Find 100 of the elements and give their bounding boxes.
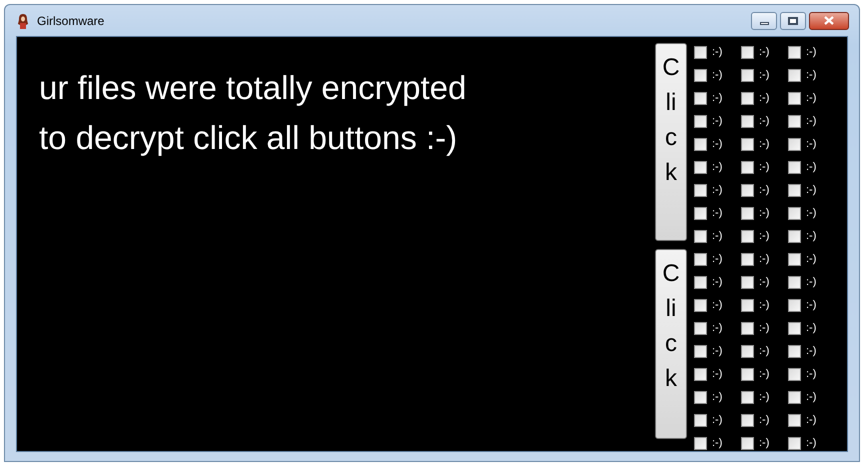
checkbox-square[interactable] [741, 138, 754, 151]
smiley-checkbox[interactable]: :-) [694, 87, 741, 110]
checkbox-square[interactable] [694, 322, 707, 335]
checkbox-square[interactable] [741, 46, 754, 59]
smiley-checkbox[interactable]: :-) [694, 294, 741, 317]
smiley-checkbox[interactable]: :-) [694, 179, 741, 202]
checkbox-square[interactable] [694, 92, 707, 105]
smiley-checkbox[interactable]: :-) [694, 41, 741, 64]
checkbox-square[interactable] [694, 437, 707, 450]
checkbox-square[interactable] [694, 46, 707, 59]
smiley-checkbox[interactable]: :-) [741, 225, 788, 248]
checkbox-square[interactable] [741, 115, 754, 128]
checkbox-square[interactable] [741, 368, 754, 381]
smiley-checkbox[interactable]: :-) [694, 248, 741, 271]
smiley-checkbox[interactable]: :-) [694, 340, 741, 363]
checkbox-square[interactable] [741, 253, 754, 266]
checkbox-square[interactable] [694, 230, 707, 243]
checkbox-square[interactable] [741, 299, 754, 312]
minimize-button[interactable] [751, 12, 777, 30]
smiley-checkbox[interactable]: :-) [741, 156, 788, 179]
checkbox-square[interactable] [788, 368, 801, 381]
maximize-button[interactable] [780, 12, 806, 30]
checkbox-square[interactable] [694, 115, 707, 128]
checkbox-square[interactable] [788, 92, 801, 105]
checkbox-square[interactable] [788, 391, 801, 404]
checkbox-square[interactable] [694, 276, 707, 289]
checkbox-square[interactable] [694, 299, 707, 312]
smiley-checkbox[interactable]: :-) [741, 133, 788, 156]
smiley-checkbox[interactable]: :-) [741, 409, 788, 432]
click-button[interactable]: Click [655, 249, 687, 439]
checkbox-square[interactable] [694, 391, 707, 404]
checkbox-square[interactable] [788, 437, 801, 450]
checkbox-square[interactable] [741, 276, 754, 289]
checkbox-square[interactable] [694, 253, 707, 266]
smiley-checkbox[interactable]: :-) [741, 271, 788, 294]
checkbox-square[interactable] [694, 207, 707, 220]
close-button[interactable] [809, 12, 849, 30]
checkbox-square[interactable] [741, 345, 754, 358]
checkbox-square[interactable] [741, 414, 754, 427]
smiley-checkbox[interactable]: :-) [741, 386, 788, 409]
checkbox-square[interactable] [788, 345, 801, 358]
smiley-checkbox[interactable]: :-) [741, 64, 788, 87]
smiley-checkbox[interactable]: :-) [694, 133, 741, 156]
checkbox-square[interactable] [694, 161, 707, 174]
checkbox-square[interactable] [741, 437, 754, 450]
smiley-checkbox[interactable]: :-) [694, 432, 741, 455]
smiley-checkbox[interactable]: :-) [788, 110, 835, 133]
smiley-checkbox[interactable]: :-) [741, 317, 788, 340]
smiley-checkbox[interactable]: :-) [788, 409, 835, 432]
checkbox-square[interactable] [788, 46, 801, 59]
checkbox-square[interactable] [788, 299, 801, 312]
smiley-checkbox[interactable]: :-) [788, 271, 835, 294]
smiley-checkbox[interactable]: :-) [788, 225, 835, 248]
smiley-checkbox[interactable]: :-) [694, 386, 741, 409]
checkbox-square[interactable] [788, 253, 801, 266]
smiley-checkbox[interactable]: :-) [741, 248, 788, 271]
smiley-checkbox[interactable]: :-) [788, 64, 835, 87]
smiley-checkbox[interactable]: :-) [694, 225, 741, 248]
smiley-checkbox[interactable]: :-) [788, 363, 835, 386]
checkbox-square[interactable] [741, 92, 754, 105]
smiley-checkbox[interactable]: :-) [694, 317, 741, 340]
smiley-checkbox[interactable]: :-) [788, 317, 835, 340]
smiley-checkbox[interactable]: :-) [788, 41, 835, 64]
checkbox-square[interactable] [694, 414, 707, 427]
smiley-checkbox[interactable]: :-) [741, 363, 788, 386]
smiley-checkbox[interactable]: :-) [741, 432, 788, 455]
smiley-checkbox[interactable]: :-) [741, 87, 788, 110]
checkbox-square[interactable] [741, 184, 754, 197]
checkbox-square[interactable] [694, 368, 707, 381]
smiley-checkbox[interactable]: :-) [788, 340, 835, 363]
smiley-checkbox[interactable]: :-) [694, 271, 741, 294]
smiley-checkbox[interactable]: :-) [694, 64, 741, 87]
smiley-checkbox[interactable]: :-) [788, 248, 835, 271]
smiley-checkbox[interactable]: :-) [788, 432, 835, 455]
smiley-checkbox[interactable]: :-) [694, 110, 741, 133]
click-button[interactable]: Click [655, 43, 687, 241]
smiley-checkbox[interactable]: :-) [741, 41, 788, 64]
smiley-checkbox[interactable]: :-) [694, 202, 741, 225]
checkbox-square[interactable] [788, 207, 801, 220]
smiley-checkbox[interactable]: :-) [741, 294, 788, 317]
smiley-checkbox[interactable]: :-) [788, 202, 835, 225]
smiley-checkbox[interactable]: :-) [741, 110, 788, 133]
checkbox-square[interactable] [741, 161, 754, 174]
smiley-checkbox[interactable]: :-) [788, 294, 835, 317]
checkbox-square[interactable] [741, 230, 754, 243]
checkbox-square[interactable] [788, 276, 801, 289]
checkbox-square[interactable] [694, 184, 707, 197]
smiley-checkbox[interactable]: :-) [788, 179, 835, 202]
checkbox-square[interactable] [788, 230, 801, 243]
smiley-checkbox[interactable]: :-) [694, 409, 741, 432]
checkbox-square[interactable] [694, 69, 707, 82]
checkbox-square[interactable] [741, 322, 754, 335]
checkbox-square[interactable] [788, 69, 801, 82]
smiley-checkbox[interactable]: :-) [741, 179, 788, 202]
checkbox-square[interactable] [788, 161, 801, 174]
checkbox-square[interactable] [788, 115, 801, 128]
checkbox-square[interactable] [694, 345, 707, 358]
smiley-checkbox[interactable]: :-) [788, 133, 835, 156]
checkbox-square[interactable] [788, 184, 801, 197]
smiley-checkbox[interactable]: :-) [694, 363, 741, 386]
